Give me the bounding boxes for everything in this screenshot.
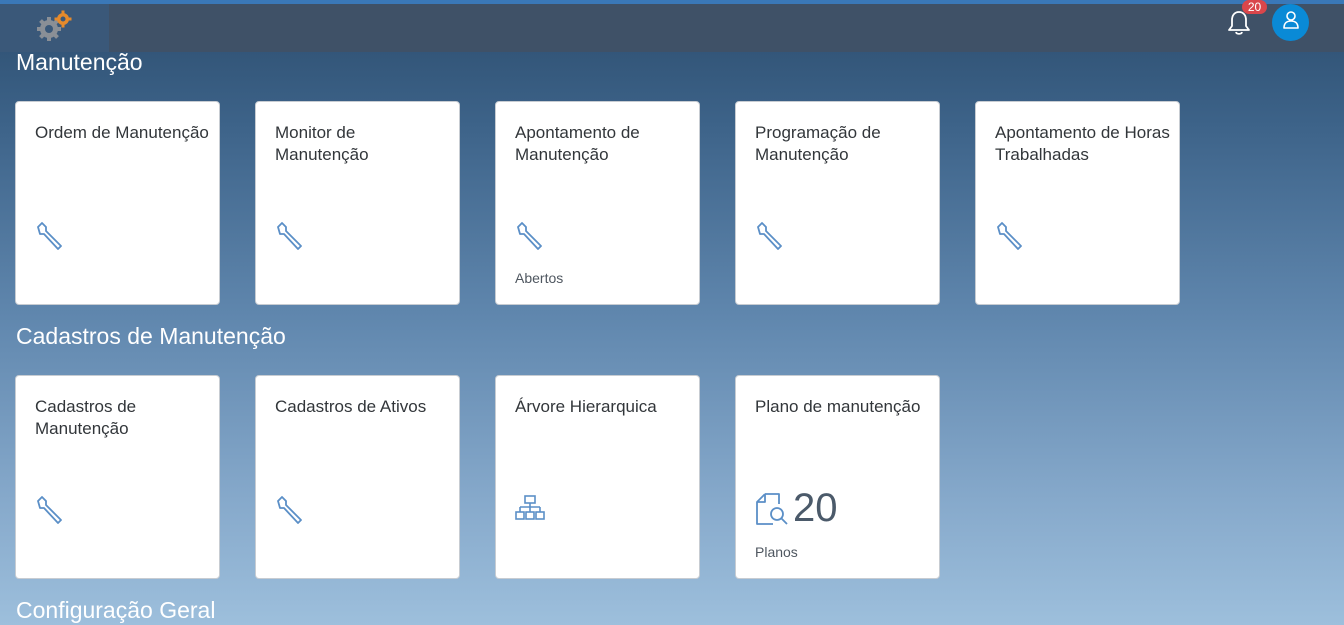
wrench-icon bbox=[275, 220, 305, 255]
tile-title: Cadastros de Ativos bbox=[275, 397, 427, 416]
wrench-icon bbox=[35, 494, 65, 529]
tile-apontamento-de-horas-trabalhadas[interactable]: Apontamento de Horas Trabalhadas bbox=[975, 101, 1180, 305]
tile-arvore-hierarquica[interactable]: Árvore Hierarquica bbox=[495, 375, 700, 579]
kpi-value: 20 bbox=[793, 486, 838, 530]
tile-cadastros-de-manutencao[interactable]: Cadastros de Manutenção bbox=[15, 375, 220, 579]
hierarchy-icon bbox=[515, 494, 545, 529]
wrench-icon bbox=[755, 220, 785, 255]
tile-title: Cadastros de Manutenção bbox=[35, 397, 137, 438]
section-title-configuracao-geral: Configuração Geral bbox=[16, 597, 216, 623]
tile-ordem-de-manutencao[interactable]: Ordem de Manutenção bbox=[15, 101, 220, 305]
tile-title: Apontamento de Horas Trabalhadas bbox=[995, 123, 1170, 164]
tile-monitor-de-manutencao[interactable]: Monitor de Manutenção bbox=[255, 101, 460, 305]
document-search-icon bbox=[755, 492, 789, 531]
tile-cadastros-de-ativos[interactable]: Cadastros de Ativos bbox=[255, 375, 460, 579]
notification-count-badge: 20 bbox=[1242, 0, 1267, 14]
wrench-icon bbox=[995, 220, 1025, 255]
section-title-manutencao: Manutenção bbox=[16, 49, 143, 75]
shell-bar-background bbox=[109, 4, 1344, 52]
user-icon bbox=[1282, 10, 1300, 35]
shell-bar bbox=[0, 4, 1344, 52]
home-logo-button[interactable] bbox=[0, 4, 109, 52]
tile-apontamento-de-manutencao[interactable]: Apontamento de Manutenção Abertos bbox=[495, 101, 700, 305]
tile-title: Monitor de Manutenção bbox=[275, 123, 369, 164]
tile-footer: Planos bbox=[755, 544, 798, 560]
gears-logo-icon bbox=[35, 9, 75, 48]
wrench-icon bbox=[515, 220, 545, 255]
section-title-cadastros-de-manutencao: Cadastros de Manutenção bbox=[16, 323, 286, 349]
wrench-icon bbox=[35, 220, 65, 255]
tile-title: Árvore Hierarquica bbox=[515, 397, 657, 416]
tile-title: Ordem de Manutenção bbox=[35, 123, 209, 142]
tile-title: Programação de Manutenção bbox=[755, 123, 881, 164]
tile-plano-de-manutencao[interactable]: Plano de manutenção 20 Planos bbox=[735, 375, 940, 579]
tile-footer: Abertos bbox=[515, 270, 564, 286]
wrench-icon bbox=[275, 494, 305, 529]
tile-programacao-de-manutencao[interactable]: Programação de Manutenção bbox=[735, 101, 940, 305]
tile-title: Plano de manutenção bbox=[755, 397, 921, 416]
user-avatar-button[interactable] bbox=[1272, 4, 1309, 41]
tile-title: Apontamento de Manutenção bbox=[515, 123, 640, 164]
